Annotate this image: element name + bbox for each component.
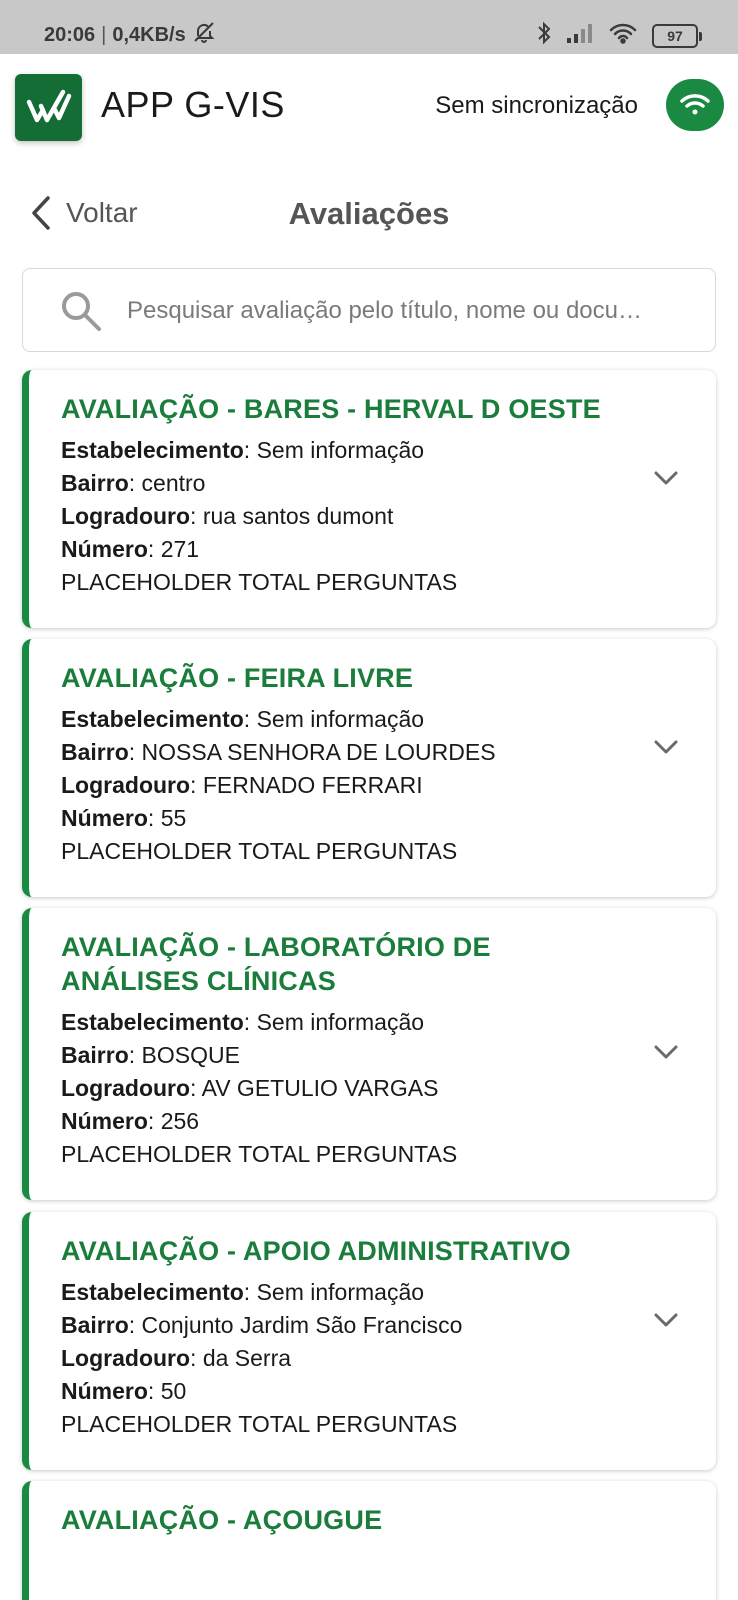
establishment-label: Estabelecimento (61, 706, 244, 732)
sync-wifi-icon (680, 94, 710, 115)
evaluation-card[interactable]: AVALIAÇÃO - BARES - HERVAL D OESTE Estab… (22, 370, 716, 628)
street-value: rua santos dumont (202, 503, 394, 529)
evaluation-card[interactable]: AVALIAÇÃO - FEIRA LIVRE Estabelecimento:… (22, 639, 716, 897)
establishment-line: Estabelecimento: Sem informação (61, 706, 425, 732)
number-value: 256 (160, 1108, 200, 1134)
establishment-label: Estabelecimento (61, 1009, 244, 1035)
neighborhood-line: Bairro: BOSQUE (61, 1042, 240, 1068)
establishment-label: Estabelecimento (61, 1279, 244, 1305)
chevron-down-icon[interactable] (654, 739, 678, 755)
chevron-down-icon[interactable] (654, 470, 678, 486)
evaluation-title: AVALIAÇÃO - BARES - HERVAL D OESTE (61, 394, 601, 424)
establishment-value: Sem informação (256, 437, 425, 463)
signal-icon (566, 22, 594, 49)
evaluation-title: AVALIAÇÃO - FEIRA LIVRE (61, 663, 414, 693)
neighborhood-value: centro (141, 470, 206, 496)
number-label: Número (61, 1108, 148, 1134)
bluetooth-icon (536, 20, 552, 51)
battery-icon: 97 (652, 23, 702, 48)
neighborhood-label: Bairro (61, 1042, 129, 1068)
neighborhood-value: BOSQUE (141, 1042, 240, 1068)
street-value: da Serra (202, 1345, 292, 1371)
establishment-label: Estabelecimento (61, 437, 244, 463)
establishment-line: Estabelecimento: Sem informação (61, 1279, 425, 1305)
establishment-line: Estabelecimento: Sem informação (61, 437, 425, 463)
total-questions: PLACEHOLDER TOTAL PERGUNTAS (61, 569, 458, 595)
neighborhood-label: Bairro (61, 470, 129, 496)
status-separator: | (101, 23, 107, 46)
search-box[interactable] (22, 268, 716, 352)
neighborhood-line: Bairro: centro (61, 470, 206, 496)
establishment-line: Estabelecimento: Sem informação (61, 1009, 425, 1035)
number-line: Número: 55 (61, 805, 187, 831)
evaluation-card[interactable]: AVALIAÇÃO - AÇOUGUE (22, 1481, 716, 1600)
neighborhood-label: Bairro (61, 739, 129, 765)
street-label: Logradouro (61, 503, 191, 529)
number-line: Número: 256 (61, 1108, 200, 1134)
wifi-icon (608, 22, 638, 49)
street-value: FERNADO FERRARI (202, 772, 423, 798)
evaluation-card[interactable]: AVALIAÇÃO - LABORATÓRIO DE ANÁLISES CLÍN… (22, 908, 716, 1200)
back-chevron-icon (32, 196, 50, 230)
sync-button[interactable] (666, 79, 724, 131)
back-button[interactable]: Voltar (30, 195, 138, 231)
number-value: 50 (160, 1378, 187, 1404)
chevron-down-icon[interactable] (654, 1312, 678, 1328)
street-label: Logradouro (61, 772, 191, 798)
neighborhood-line: Bairro: NOSSA SENHORA DE LOURDES (61, 739, 496, 765)
status-bar: 20:06 | 0,4KB/s 97 (0, 0, 738, 54)
total-questions: PLACEHOLDER TOTAL PERGUNTAS (61, 1411, 458, 1437)
number-line: Número: 271 (61, 536, 200, 562)
number-label: Número (61, 805, 148, 831)
street-value: AV GETULIO VARGAS (201, 1075, 439, 1101)
total-questions: PLACEHOLDER TOTAL PERGUNTAS (61, 1141, 458, 1167)
evaluation-card[interactable]: AVALIAÇÃO - APOIO ADMINISTRATIVO Estabel… (22, 1212, 716, 1470)
neighborhood-value: Conjunto Jardim São Francisco (141, 1312, 463, 1338)
street-line: Logradouro: AV GETULIO VARGAS (61, 1075, 439, 1101)
status-time: 20:06 (44, 23, 96, 46)
search-input[interactable] (127, 289, 707, 333)
street-line: Logradouro: da Serra (61, 1345, 292, 1371)
back-label: Voltar (66, 197, 138, 228)
search-icon (59, 289, 103, 338)
number-label: Número (61, 536, 148, 562)
status-right: 97 (536, 20, 702, 51)
evaluation-title: AVALIAÇÃO - APOIO ADMINISTRATIVO (61, 1236, 571, 1266)
number-label: Número (61, 1378, 148, 1404)
sync-status: Sem sincronização (435, 92, 638, 119)
street-label: Logradouro (61, 1075, 191, 1101)
establishment-value: Sem informação (256, 1279, 425, 1305)
status-speed: 0,4KB/s (112, 23, 186, 46)
street-line: Logradouro: rua santos dumont (61, 503, 394, 529)
app-logo-icon (15, 74, 82, 141)
neighborhood-value: NOSSA SENHORA DE LOURDES (141, 739, 496, 765)
establishment-value: Sem informação (256, 706, 425, 732)
page-nav: Avaliações Voltar (0, 180, 738, 250)
app-title: APP G-VIS (101, 84, 285, 125)
status-left: 20:06 | 0,4KB/s (44, 20, 216, 50)
number-value: 55 (160, 805, 187, 831)
total-questions: PLACEHOLDER TOTAL PERGUNTAS (61, 838, 458, 864)
bell-off-icon (192, 20, 216, 50)
neighborhood-line: Bairro: Conjunto Jardim São Francisco (61, 1312, 463, 1338)
app-header: APP G-VIS Sem sincronização (0, 54, 738, 154)
chevron-down-icon[interactable] (654, 1044, 678, 1060)
neighborhood-label: Bairro (61, 1312, 129, 1338)
evaluation-title: AVALIAÇÃO - AÇOUGUE (61, 1505, 383, 1535)
establishment-value: Sem informação (256, 1009, 425, 1035)
street-label: Logradouro (61, 1345, 191, 1371)
number-value: 271 (160, 536, 200, 562)
evaluation-title: AVALIAÇÃO - LABORATÓRIO DE ANÁLISES CLÍN… (61, 932, 491, 996)
number-line: Número: 50 (61, 1378, 187, 1404)
street-line: Logradouro: FERNADO FERRARI (61, 772, 423, 798)
